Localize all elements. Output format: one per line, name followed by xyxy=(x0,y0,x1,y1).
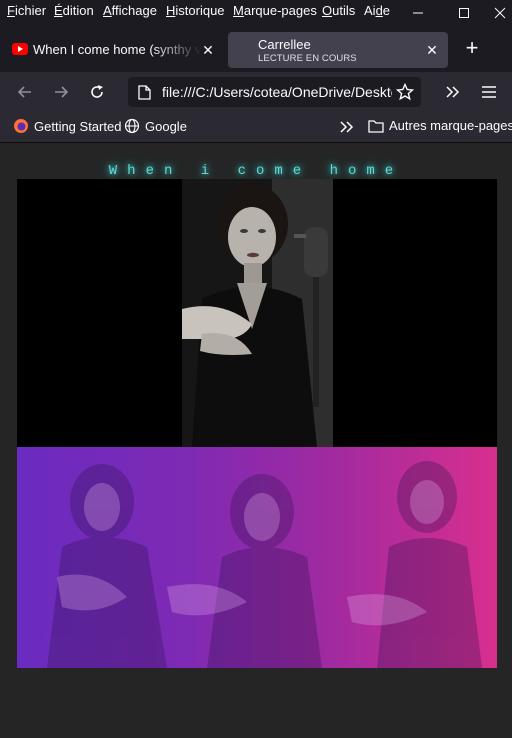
page-title: When i come home xyxy=(108,163,404,179)
menu-aide[interactable]: Aide xyxy=(364,3,390,18)
star-icon[interactable] xyxy=(396,83,414,101)
menu-outils[interactable]: Outils xyxy=(322,3,355,18)
menu-fichier[interactable]: Fichier xyxy=(7,3,46,18)
folder-icon xyxy=(368,119,384,133)
arrow-right-icon xyxy=(55,86,69,98)
menu-bar: Fichier Édition Affichage Historique Mar… xyxy=(0,0,512,26)
firefox-icon xyxy=(14,119,28,133)
forward-button[interactable] xyxy=(49,80,73,104)
menu-historique[interactable]: Historique xyxy=(166,3,225,18)
youtube-icon xyxy=(12,43,28,55)
video-player[interactable] xyxy=(17,179,497,447)
bookmark-google[interactable]: Google xyxy=(124,118,187,134)
menu-edition[interactable]: Édition xyxy=(54,3,94,18)
reload-icon xyxy=(91,85,103,98)
tab-playing-status: LECTURE EN COURS xyxy=(258,53,357,64)
singer-image xyxy=(182,179,333,447)
tab-carrellee[interactable]: Carrellee LECTURE EN COURS ✕ xyxy=(228,32,448,68)
minimize-icon xyxy=(413,12,423,14)
menu-affichage[interactable]: Affichage xyxy=(103,3,157,18)
bookmarks-overflow-button[interactable] xyxy=(339,120,360,134)
nav-bar: file:///C:/Users/cotea/OneDrive/Desktop/ xyxy=(0,72,512,112)
maximize-button[interactable] xyxy=(444,0,484,26)
tab-close-button[interactable]: ✕ xyxy=(200,42,216,58)
back-button[interactable] xyxy=(13,80,37,104)
bookmark-getting-started[interactable]: Getting Started xyxy=(13,118,121,134)
globe-icon xyxy=(124,118,140,134)
chevron-double-right-icon xyxy=(340,121,354,133)
maximize-icon xyxy=(459,8,469,18)
bookmarks-bar: Getting Started Google Autres marque-pag… xyxy=(0,112,512,143)
overflow-button[interactable] xyxy=(441,80,465,104)
page-content: When i come home xyxy=(0,143,512,738)
bookmark-other-folder[interactable]: Autres marque-pages xyxy=(368,118,512,133)
close-icon xyxy=(494,7,506,19)
minimize-button[interactable] xyxy=(398,0,438,26)
close-window-button[interactable] xyxy=(488,0,512,26)
menu-marque-pages[interactable]: Marque-pages xyxy=(233,3,317,18)
tab-youtube[interactable]: When I come home (synthy version) ✕ xyxy=(0,34,222,66)
hamburger-icon xyxy=(482,86,496,98)
arrow-left-icon xyxy=(17,86,31,98)
singer-photo xyxy=(182,179,333,447)
chevron-double-right-icon xyxy=(446,86,460,98)
tab-title: Carrellee xyxy=(258,37,311,52)
reload-button[interactable] xyxy=(85,80,109,104)
new-tab-button[interactable]: + xyxy=(462,37,482,59)
file-icon xyxy=(138,85,151,100)
gradient-visualizer xyxy=(17,447,497,668)
tab-bar: When I come home (synthy version) ✕ Carr… xyxy=(0,26,512,72)
url-text[interactable]: file:///C:/Users/cotea/OneDrive/Desktop/ xyxy=(162,84,392,100)
tab-close-button[interactable]: ✕ xyxy=(424,42,440,58)
faded-singer-collage xyxy=(47,461,482,668)
url-bar[interactable]: file:///C:/Users/cotea/OneDrive/Desktop/ xyxy=(128,77,421,107)
app-menu-button[interactable] xyxy=(477,80,501,104)
